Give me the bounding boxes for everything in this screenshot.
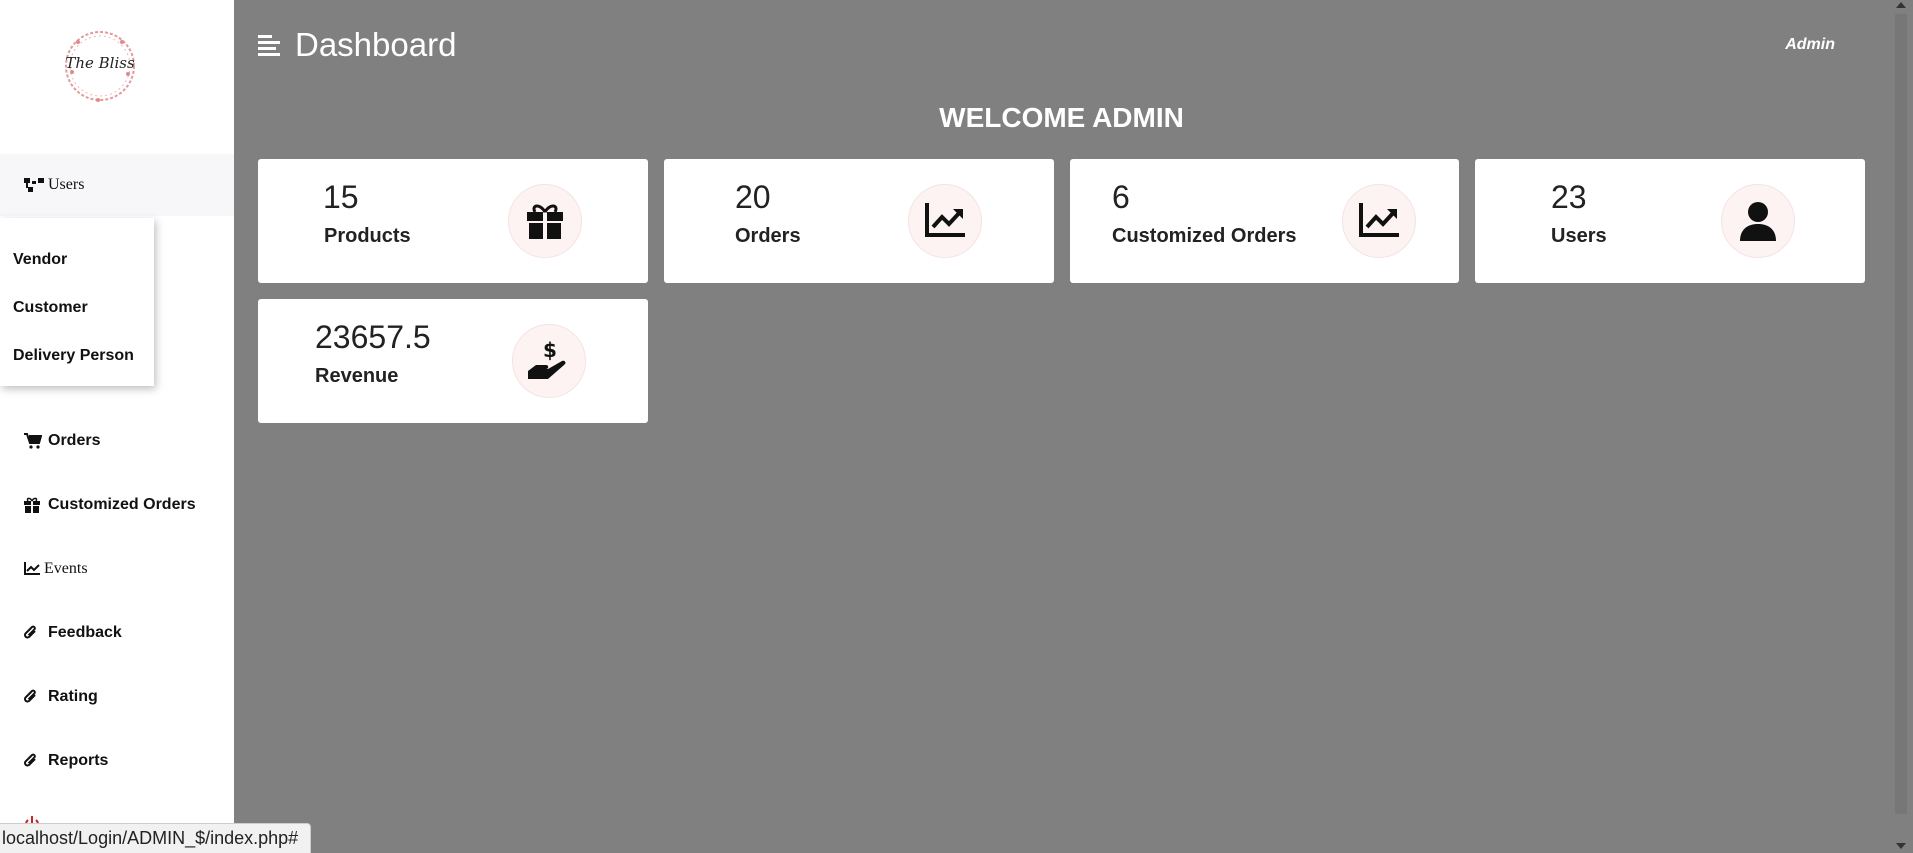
menu-toggle-icon[interactable] (258, 34, 280, 61)
sidebar-item-feedback[interactable]: Feedback (0, 602, 234, 664)
stat-card-users[interactable]: 23 Users (1475, 159, 1865, 283)
sidebar-item-label: Reports (48, 752, 109, 769)
sidebar-item-label: Orders (48, 432, 101, 449)
paperclip-icon (24, 625, 46, 641)
page-title: Dashboard (295, 26, 457, 63)
sidebar-item-label: Rating (48, 688, 98, 705)
browser-status-url: localhost/Login/ADMIN_$/index.php# (0, 823, 312, 853)
card-value: 15 (323, 179, 359, 215)
stat-card-customized-orders[interactable]: 6 Customized Orders (1070, 159, 1459, 283)
sidebar-item-label: Feedback (48, 624, 122, 641)
chart-line-icon (908, 184, 982, 258)
logo-text: The Bliss (65, 54, 135, 72)
scroll-thumb[interactable] (1895, 14, 1907, 814)
dropdown-item-delivery-person[interactable]: Delivery Person (0, 332, 154, 380)
sidebar-item-reports[interactable]: Reports (0, 730, 234, 792)
users-dropdown-menu: Vendor Customer Delivery Person (0, 218, 154, 386)
stat-card-orders[interactable]: 20 Orders (664, 159, 1054, 283)
user-icon (1721, 184, 1795, 258)
brand-logo[interactable]: The Bliss (58, 24, 142, 108)
sidebar-item-users[interactable]: Users (0, 154, 234, 216)
chart-line-icon (1342, 184, 1416, 258)
sidebar-item-orders[interactable]: Orders (0, 410, 234, 472)
paperclip-icon (24, 689, 46, 705)
cart-icon (24, 433, 46, 449)
user-menu[interactable]: Admin (1785, 36, 1835, 54)
dropdown-item-customer[interactable]: Customer (0, 284, 154, 332)
card-value: 6 (1112, 179, 1130, 215)
sidebar-item-label: Users (48, 176, 85, 193)
sidebar-item-customized-orders[interactable]: Customized Orders (0, 474, 234, 536)
chart-line-icon (24, 562, 42, 576)
gift-icon (24, 497, 46, 513)
sidebar-item-label: Customized Orders (48, 496, 196, 513)
card-label: Customized Orders (1112, 225, 1297, 247)
stat-card-products[interactable]: 15 Products (258, 159, 648, 283)
sidebar-item-events[interactable]: Events (0, 538, 234, 600)
sidebar: The Bliss Users ry Orders Customized Ord… (0, 0, 234, 853)
card-value: 23657.5 (315, 319, 431, 355)
card-value: 23 (1551, 179, 1587, 215)
sidebar-item-rating[interactable]: Rating (0, 666, 234, 728)
scrollbar[interactable] (1889, 0, 1913, 853)
gift-icon (508, 184, 582, 258)
sidebar-item-label: Events (44, 560, 88, 577)
stat-card-revenue[interactable]: 23657.5 Revenue $ (258, 299, 648, 423)
dropdown-item-vendor[interactable]: Vendor (0, 236, 154, 284)
hand-dollar-icon: $ (512, 324, 586, 398)
paperclip-icon (24, 753, 46, 769)
card-label: Products (324, 225, 411, 247)
sitemap-icon (24, 178, 46, 192)
welcome-heading: WELCOME ADMIN (939, 102, 1184, 133)
card-label: Orders (735, 225, 801, 247)
card-label: Revenue (315, 365, 399, 387)
scroll-down-arrow-icon[interactable] (1896, 843, 1906, 849)
card-value: 20 (735, 179, 771, 215)
svg-text:$: $ (543, 339, 557, 362)
scroll-up-arrow-icon[interactable] (1896, 2, 1906, 8)
card-label: Users (1551, 225, 1607, 247)
